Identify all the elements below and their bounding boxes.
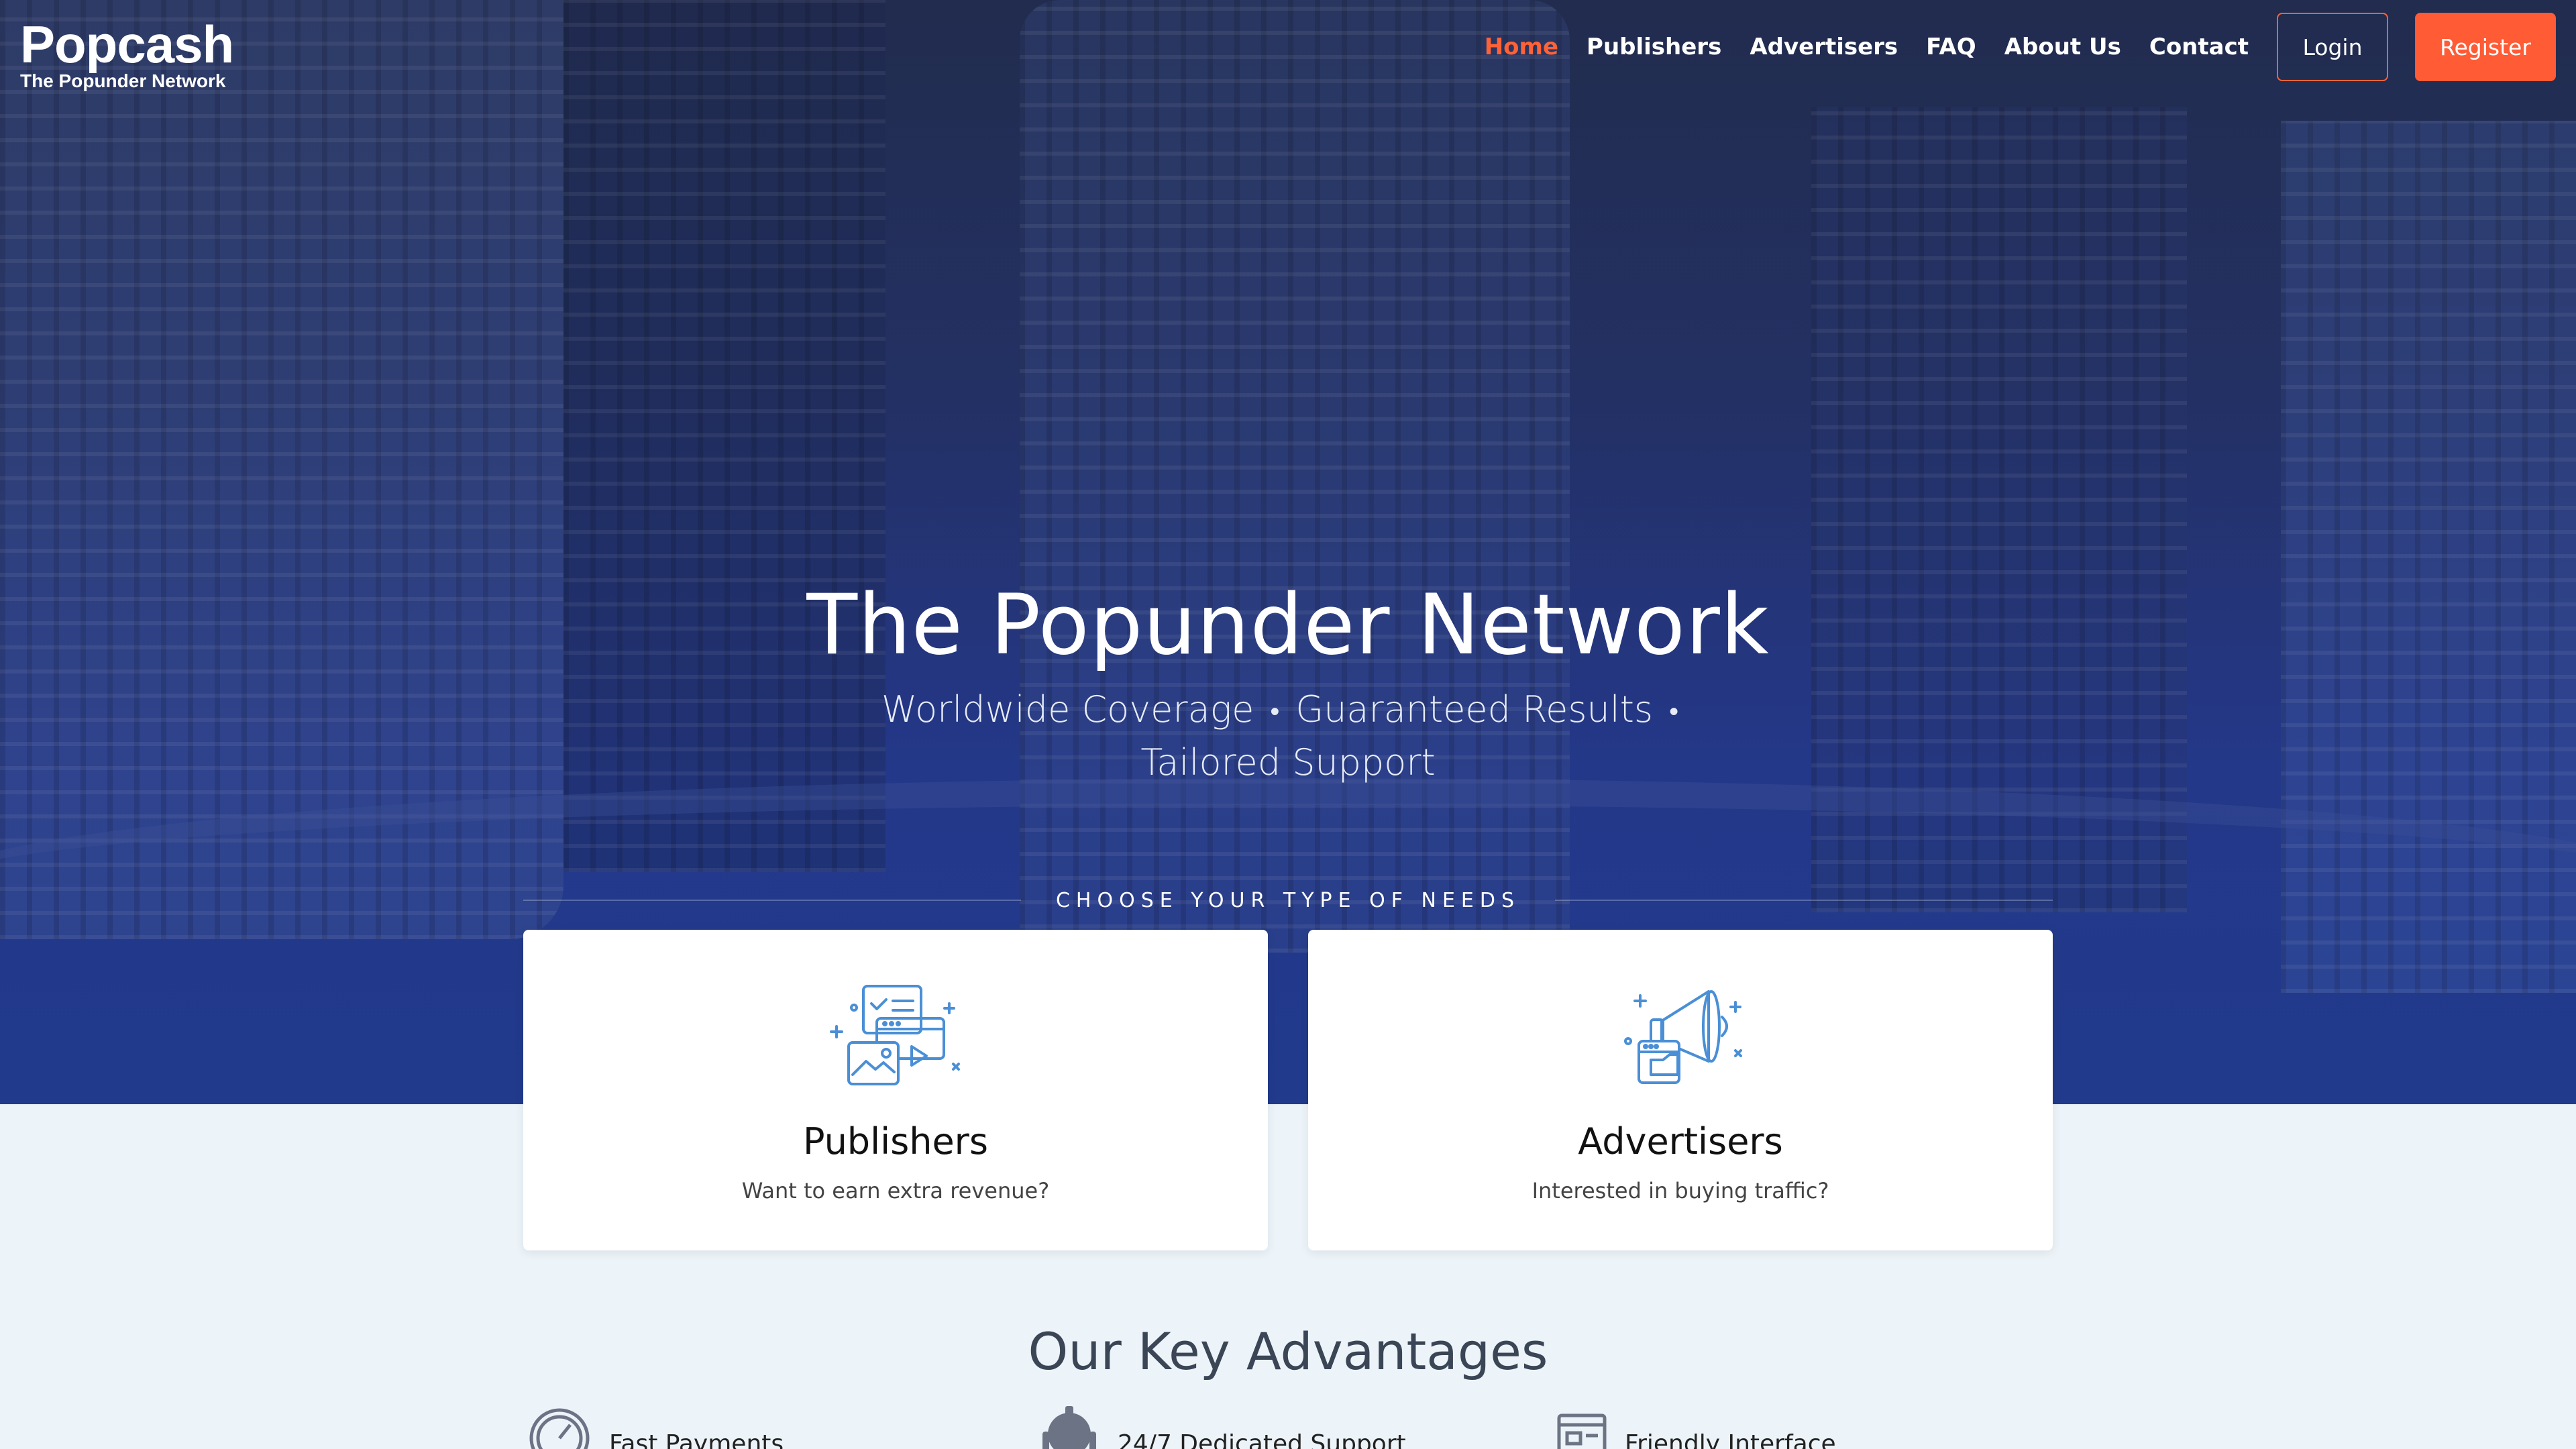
nav-home[interactable]: Home (1485, 34, 1558, 60)
nav-advertisers[interactable]: Advertisers (1750, 34, 1898, 60)
nav-publishers[interactable]: Publishers (1587, 34, 1721, 60)
brand-name: Popcash (20, 15, 234, 74)
megaphone-icon (1624, 990, 1742, 1084)
login-button[interactable]: Login (2277, 13, 2388, 81)
advertisers-title: Advertisers (1578, 1120, 1783, 1163)
choose-label: CHOOSE YOUR TYPE OF NEEDS (1055, 888, 1521, 912)
nav-about-us[interactable]: About Us (2004, 34, 2121, 60)
brand-tagline: The Popunder Network (20, 70, 226, 91)
choose-divider: CHOOSE YOUR TYPE OF NEEDS (523, 887, 2053, 914)
main-nav: Home Publishers Advertisers FAQ About Us… (1485, 0, 2556, 94)
separator-dot: • (1270, 696, 1280, 728)
separator-dot: • (1669, 696, 1679, 728)
publishers-title: Publishers (802, 1120, 989, 1163)
hero-features: Worldwide Coverage • Guaranteed Results • T… (859, 684, 1717, 788)
advantage-fast-payments: Fast Payments (527, 1402, 784, 1449)
speedometer-icon (529, 1408, 590, 1449)
advantage-support: 24/7 Dedicated Support (1036, 1402, 1406, 1449)
hero-section: Popcash The Popunder Network Home Publis… (0, 0, 2576, 1104)
background-building (0, 0, 564, 939)
background-building (564, 0, 885, 872)
advertisers-description: Interested in buying traffic? (1532, 1178, 1829, 1203)
advantage-label: 24/7 Dedicated Support (1118, 1430, 1406, 1449)
advantage-label: Friendly Interface (1625, 1430, 1836, 1449)
nav-contact[interactable]: Contact (2149, 34, 2249, 60)
publisher-media-icon (830, 985, 960, 1085)
interface-icon (1557, 1413, 1607, 1449)
advantages-title: Our Key Advantages (1028, 1322, 1548, 1381)
advertisers-card[interactable]: Advertisers Interested in buying traffic… (1308, 930, 2053, 1250)
register-button[interactable]: Register (2415, 13, 2556, 81)
hero-title: The Popunder Network (806, 577, 1770, 674)
feature-worldwide: Worldwide Coverage (881, 688, 1254, 731)
advantage-interface: Friendly Interface (1554, 1402, 1836, 1449)
publishers-description: Want to earn extra revenue? (741, 1178, 1050, 1203)
brand-logo[interactable]: Popcash The Popunder Network (20, 15, 234, 93)
support-agent-icon (1042, 1406, 1096, 1449)
nav-faq[interactable]: FAQ (1926, 34, 1976, 60)
divider-line (1555, 900, 2053, 901)
publishers-card[interactable]: Publishers Want to earn extra revenue? (523, 930, 1268, 1250)
advantage-label: Fast Payments (609, 1430, 784, 1449)
feature-support: Tailored Support (1140, 741, 1436, 784)
feature-guaranteed: Guaranteed Results (1295, 688, 1654, 731)
divider-line (523, 900, 1021, 901)
